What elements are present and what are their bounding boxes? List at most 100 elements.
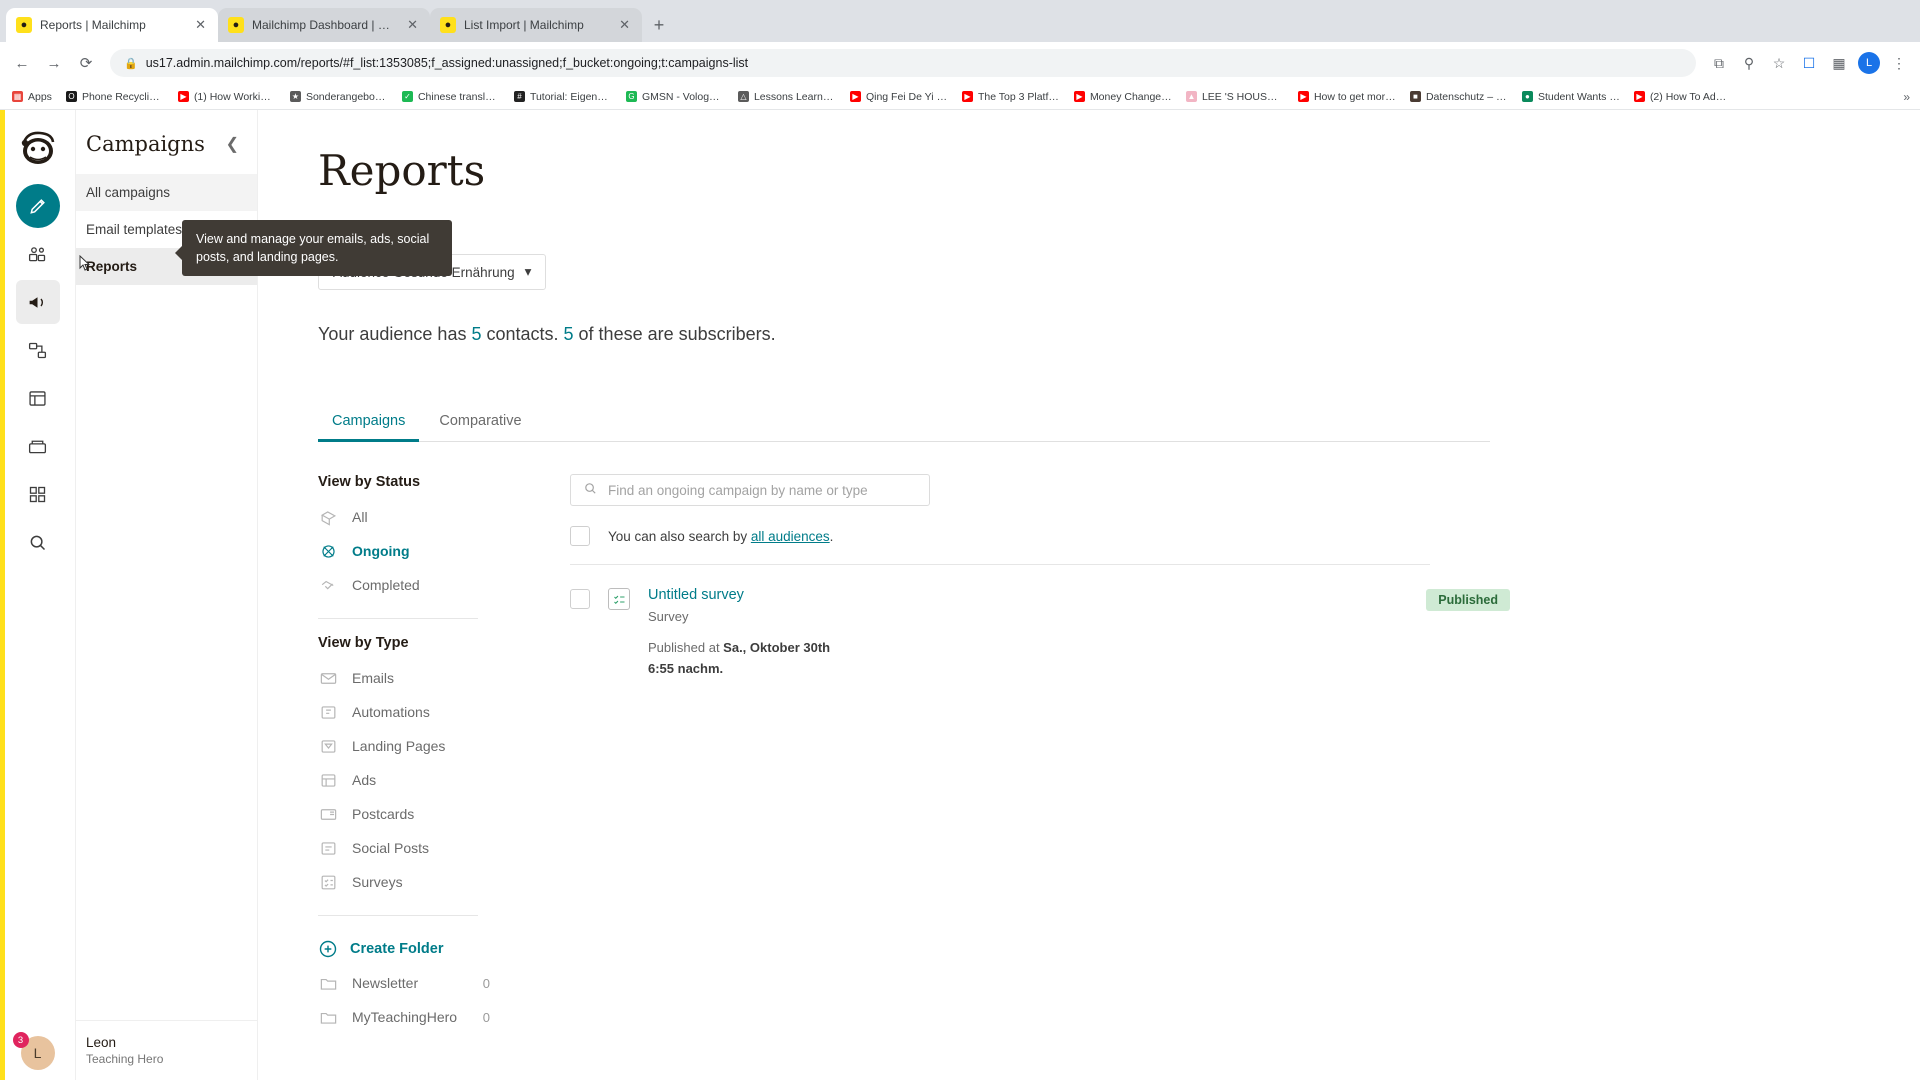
sidebar-item-all-campaigns[interactable]: All campaigns xyxy=(76,174,257,211)
close-icon[interactable]: ✕ xyxy=(193,17,208,33)
bookmark-item[interactable]: ▶ How to get more v... xyxy=(1292,89,1402,105)
bookmark-item[interactable]: ▶ The Top 3 Platfor... xyxy=(956,89,1066,105)
tab-comparative[interactable]: Comparative xyxy=(425,403,535,441)
all-audiences-link[interactable]: all audiences xyxy=(751,529,830,544)
folder-count: 0 xyxy=(482,975,490,991)
audience-stat: Your audience has 5 contacts. 5 of these… xyxy=(318,324,1920,345)
rail-item-automations[interactable] xyxy=(16,328,60,372)
site-icon: ✓ xyxy=(401,91,413,102)
account-user-name: Leon xyxy=(86,1035,117,1050)
filter-type-automations[interactable]: Automations xyxy=(318,695,518,729)
filter-type-postcards[interactable]: Postcards xyxy=(318,797,518,831)
avatar: L xyxy=(1858,52,1880,74)
bookmark-apps[interactable]: ▦ Apps xyxy=(6,89,58,105)
search-input[interactable] xyxy=(608,482,917,498)
folder-newsletter[interactable]: Newsletter 0 xyxy=(318,966,490,1000)
bookmarks-overflow[interactable]: » xyxy=(1903,90,1914,104)
close-icon[interactable]: ✕ xyxy=(617,17,632,33)
filter-type-social-posts[interactable]: Social Posts xyxy=(318,831,518,865)
rail-account[interactable]: 3 L xyxy=(12,1032,55,1070)
bookmark-item[interactable]: △ Lessons Learned f... xyxy=(732,89,842,105)
browser-tab-0[interactable]: ● Reports | Mailchimp ✕ xyxy=(6,8,218,42)
bookmark-item[interactable]: ▶ Qing Fei De Yi - Y... xyxy=(844,89,954,105)
search-icon xyxy=(583,481,598,499)
filter-status-ongoing[interactable]: Ongoing xyxy=(318,534,518,568)
campaign-type: Survey xyxy=(648,609,689,624)
campaign-checkbox[interactable] xyxy=(570,589,590,609)
back-icon[interactable]: ← xyxy=(8,49,36,77)
chevron-down-icon: ▾ xyxy=(524,264,532,279)
table-row[interactable]: Untitled survey Survey Published at Sa.,… xyxy=(570,565,1510,680)
bookmark-label: Student Wants an... xyxy=(1537,90,1620,103)
forward-icon[interactable]: → xyxy=(40,49,68,77)
bookmark-item[interactable]: ■ Datenschutz – Re... xyxy=(1404,89,1514,105)
filter-label: Social Posts xyxy=(352,840,430,856)
current-audience-label: Current audience xyxy=(318,226,1920,242)
filter-status-completed[interactable]: Completed xyxy=(318,568,518,602)
rail-item-integrations[interactable] xyxy=(16,472,60,516)
campaign-name-link[interactable]: Untitled survey xyxy=(648,587,1378,603)
mailchimp-logo-icon[interactable] xyxy=(16,126,60,170)
site-icon: ▲ xyxy=(1185,91,1197,102)
bookmark-label: (1) How Working a... xyxy=(193,90,276,103)
youtube-icon: ▶ xyxy=(1633,91,1645,102)
account-footer[interactable]: Leon Teaching Hero xyxy=(76,1020,257,1080)
bookmark-item[interactable]: ▶ (1) How Working a... xyxy=(172,89,282,105)
primary-nav-rail: 3 L xyxy=(0,110,76,1080)
rail-item-website[interactable] xyxy=(16,376,60,420)
bookmark-item[interactable]: ▶ (2) How To Add A... xyxy=(1628,89,1738,105)
new-tab-button[interactable]: + xyxy=(642,8,676,42)
star-icon[interactable]: ☆ xyxy=(1766,50,1792,76)
bookmark-item[interactable]: O Phone Recycling... xyxy=(60,89,170,105)
tab-campaigns[interactable]: Campaigns xyxy=(318,403,420,442)
create-folder-button[interactable]: Create Folder xyxy=(318,932,518,966)
overflow-chevron-icon[interactable]: » xyxy=(1903,90,1910,104)
chevron-left-icon[interactable]: ❮ xyxy=(226,134,239,154)
share-icon[interactable]: ⧉ xyxy=(1706,50,1732,76)
filter-type-ads[interactable]: Ads xyxy=(318,763,518,797)
close-icon[interactable]: ✕ xyxy=(405,17,420,33)
extension-icon[interactable]: ▦ xyxy=(1826,50,1852,76)
bookmark-item[interactable]: ▲ LEE 'S HOUSE—... xyxy=(1180,89,1290,105)
status-badge: Published xyxy=(1426,589,1510,611)
browser-window: ● Reports | Mailchimp ✕ ● Mailchimp Dash… xyxy=(0,0,1920,1080)
bookmark-item[interactable]: ● Student Wants an... xyxy=(1516,89,1626,105)
survey-icon xyxy=(608,588,630,610)
zoom-icon[interactable]: ⚲ xyxy=(1736,50,1762,76)
folder-myteachinghero[interactable]: MyTeachingHero 0 xyxy=(318,1000,490,1034)
filter-type-landing-pages[interactable]: Landing Pages xyxy=(318,729,518,763)
browser-tab-2[interactable]: ● List Import | Mailchimp ✕ xyxy=(430,8,642,42)
rail-item-audience[interactable] xyxy=(16,232,60,276)
bookmark-label: Apps xyxy=(28,90,52,103)
bookmark-item[interactable]: ★ Sonderangebot! |... xyxy=(284,89,394,105)
youtube-icon: ▶ xyxy=(1073,91,1085,102)
rail-item-campaigns[interactable] xyxy=(15,280,60,324)
bookmark-item[interactable]: G GMSN - Vologda,... xyxy=(620,89,730,105)
bookmark-item[interactable]: ▶ Money Changes E... xyxy=(1068,89,1178,105)
browser-tab-1[interactable]: ● Mailchimp Dashboard | Mailch ✕ xyxy=(218,8,430,42)
contacts-count: 5 xyxy=(471,324,482,344)
bookmark-item[interactable]: # Tutorial: Eigene Fa... xyxy=(508,89,618,105)
folder-count: 0 xyxy=(482,1009,490,1025)
rail-item-search[interactable] xyxy=(16,520,60,564)
cast-icon[interactable]: ☐ xyxy=(1796,50,1822,76)
all-audiences-checkbox[interactable] xyxy=(570,526,590,546)
meta-date: Sa., Oktober 30th xyxy=(723,640,831,655)
rail-item-create[interactable] xyxy=(15,184,60,228)
filter-type-surveys[interactable]: Surveys xyxy=(318,865,518,899)
campaign-meta: Published at Sa., Oktober 30th 6:55 nach… xyxy=(648,638,838,680)
create-folder-label: Create Folder xyxy=(350,941,444,957)
filter-type-emails[interactable]: Emails xyxy=(318,661,518,695)
landing-page-icon xyxy=(318,736,338,756)
reload-icon[interactable]: ⟳ xyxy=(72,49,100,77)
rail-item-content-studio[interactable] xyxy=(16,424,60,468)
bookmark-item[interactable]: ✓ Chinese translatio... xyxy=(396,89,506,105)
plus-circle-icon xyxy=(318,939,338,959)
profile-avatar[interactable]: L xyxy=(1856,50,1882,76)
ongoing-icon xyxy=(318,541,338,561)
campaign-search[interactable] xyxy=(570,474,930,506)
browser-menu-icon[interactable]: ⋮ xyxy=(1886,50,1912,76)
address-bar[interactable]: 🔒 us17.admin.mailchimp.com/reports/#f_li… xyxy=(110,49,1696,77)
filter-status-all[interactable]: All xyxy=(318,500,518,534)
lock-icon: 🔒 xyxy=(124,57,138,70)
